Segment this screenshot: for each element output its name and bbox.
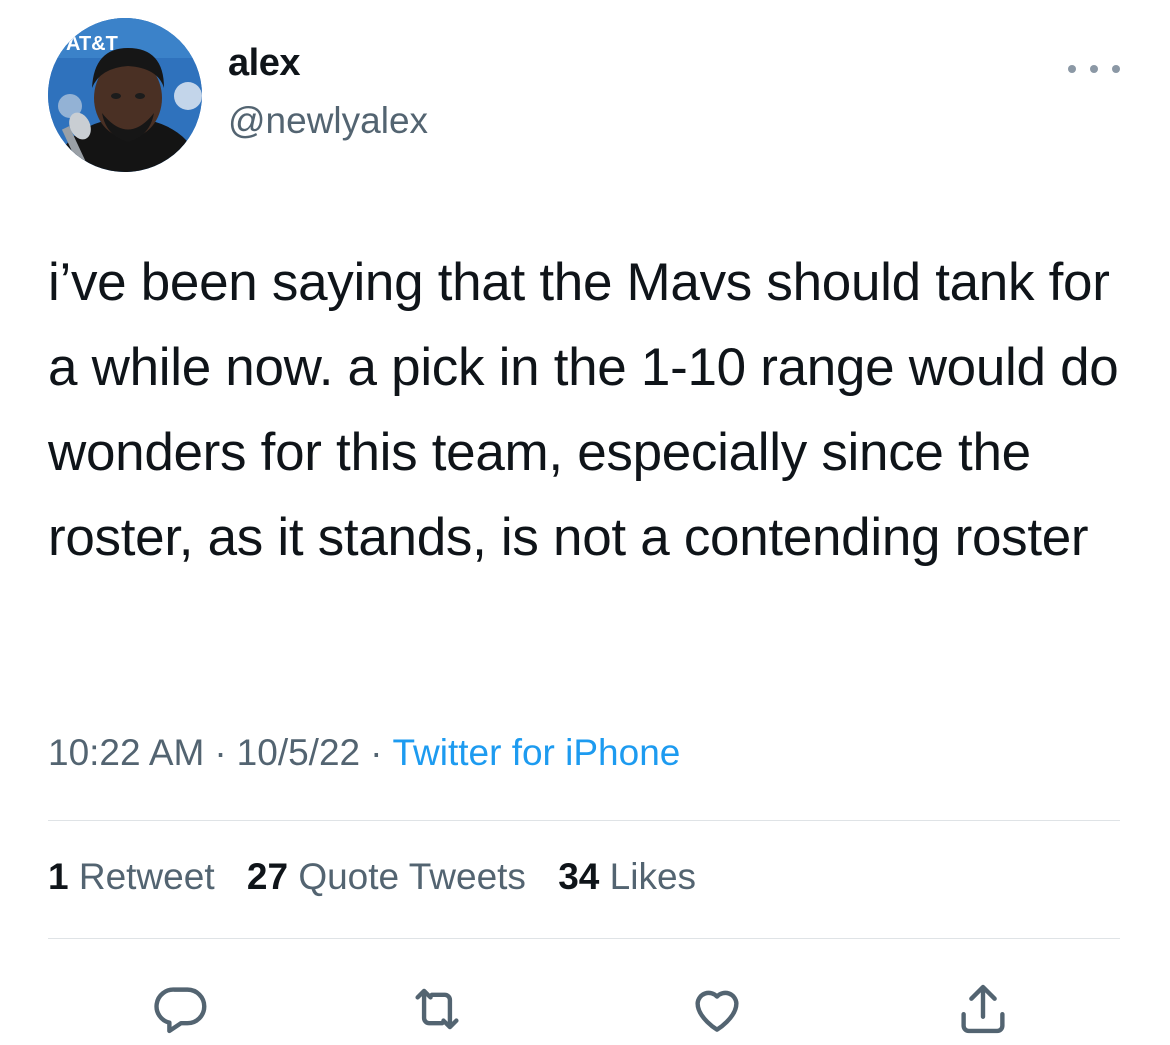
share-icon xyxy=(961,984,1005,1034)
quote-tweets-stat[interactable]: 27 Quote Tweets xyxy=(247,856,526,897)
engagement-stats: 1 Retweet 27 Quote Tweets 34 Likes xyxy=(48,856,718,898)
retweets-stat[interactable]: 1 Retweet xyxy=(48,856,215,897)
reply-button[interactable] xyxy=(150,978,212,1040)
tweet-card: AT&T alex @newlyalex i’ve been saying th… xyxy=(0,0,1170,1045)
tweet-time[interactable]: 10:22 AM xyxy=(48,732,204,773)
meta-separator: · xyxy=(370,732,383,773)
user-handle[interactable]: @newlyalex xyxy=(228,100,428,142)
retweet-icon xyxy=(415,988,459,1030)
more-options-button[interactable] xyxy=(1068,54,1120,84)
display-name[interactable]: alex xyxy=(228,42,300,85)
heart-icon xyxy=(695,990,739,1032)
meta-separator: · xyxy=(214,732,227,773)
likes-count: 34 xyxy=(558,856,600,897)
divider xyxy=(48,938,1120,939)
likes-stat[interactable]: 34 Likes xyxy=(558,856,696,897)
quote-tweets-count: 27 xyxy=(246,856,289,897)
retweets-label: Retweet xyxy=(78,856,215,897)
tweet-text: i’ve been saying that the Mavs should ta… xyxy=(48,253,1119,567)
avatar-image: AT&T xyxy=(48,18,202,172)
retweet-button[interactable] xyxy=(406,978,468,1040)
quote-tweets-label: Quote Tweets xyxy=(298,856,526,897)
share-button[interactable] xyxy=(952,978,1014,1040)
divider xyxy=(48,820,1120,821)
tweet-metadata: 10:22 AM · 10/5/22 · Twitter for iPhone xyxy=(48,732,680,774)
more-dot-icon xyxy=(1090,65,1098,73)
retweets-count: 1 xyxy=(48,856,69,897)
reply-icon xyxy=(154,987,207,1034)
avatar-logo-text: AT&T xyxy=(66,33,118,55)
likes-label: Likes xyxy=(609,856,697,897)
more-dot-icon xyxy=(1112,65,1120,73)
avatar[interactable]: AT&T xyxy=(48,18,202,172)
like-button[interactable] xyxy=(686,978,748,1040)
tweet-date[interactable]: 10/5/22 xyxy=(237,732,360,773)
more-dot-icon xyxy=(1068,65,1076,73)
tweet-source-link[interactable]: Twitter for iPhone xyxy=(392,732,680,773)
